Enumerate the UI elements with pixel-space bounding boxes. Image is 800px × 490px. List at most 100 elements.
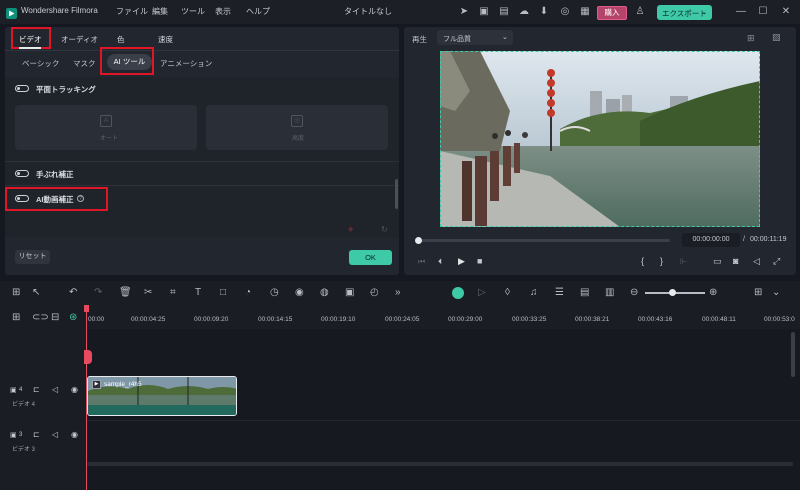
split-icon[interactable]: ✂ <box>144 288 152 298</box>
speaker-icon[interactable]: ◁ <box>52 430 58 439</box>
plane-tracking-toggle[interactable] <box>15 85 29 92</box>
undo-icon[interactable]: ↶ <box>69 288 77 298</box>
playhead-marker[interactable] <box>84 350 92 364</box>
magnet-icon[interactable]: ⊛ <box>69 313 77 323</box>
feedback-icon[interactable]: ▣ <box>478 6 490 18</box>
playhead[interactable] <box>86 305 87 490</box>
stop-icon[interactable]: ■ <box>477 256 482 266</box>
eye-icon[interactable]: ◉ <box>71 430 78 439</box>
crop-icon[interactable]: ⌗ <box>170 288 176 298</box>
stabilization-toggle[interactable] <box>15 170 29 177</box>
speed-icon[interactable]: ◔ <box>245 288 251 298</box>
chevron-down-icon[interactable]: ⌄ <box>772 288 780 298</box>
track-lane-divider <box>86 420 800 421</box>
link-icon[interactable]: ⊂⊃ <box>32 313 49 323</box>
download-icon[interactable]: ⬇ <box>538 6 550 18</box>
volume-icon[interactable]: ◁ <box>753 256 760 267</box>
redo-icon[interactable]: ↷ <box>94 288 102 298</box>
buy-button[interactable]: 購入 <box>597 6 627 20</box>
ai-effect-icon[interactable]: ◍ <box>320 288 329 298</box>
menu-file[interactable]: ファイル <box>116 6 148 17</box>
video-preview[interactable] <box>440 51 760 227</box>
seek-handle[interactable] <box>415 237 422 244</box>
zoom-out-icon[interactable]: ⊖ <box>630 288 638 298</box>
account-icon[interactable]: ♙ <box>634 6 646 18</box>
menu-tools[interactable]: ツール <box>181 6 205 17</box>
folder-icon[interactable]: ⊏ <box>33 430 40 439</box>
ai-assistant-icon[interactable] <box>452 287 464 299</box>
color-icon[interactable]: ◉ <box>295 288 304 298</box>
tab-color[interactable]: 色 <box>117 34 125 45</box>
menu-edit[interactable]: 編集 <box>152 6 168 17</box>
grid-layout-icon[interactable]: ⊞ <box>754 288 762 298</box>
ruler-tick: 00:00:53:0 <box>764 316 795 323</box>
subtab-mask[interactable]: マスク <box>73 58 96 69</box>
shape-icon[interactable]: □ <box>220 288 226 298</box>
cloud-icon[interactable]: ☁ <box>518 6 530 18</box>
grid-view-icon[interactable]: ⊞ <box>747 33 755 44</box>
step-back-icon[interactable]: ⏴ <box>438 257 442 267</box>
minimize-icon[interactable]: — <box>735 6 747 18</box>
quality-select[interactable]: フル品質 ⌄ <box>437 30 513 45</box>
snapshot-view-icon[interactable]: ▨ <box>772 32 781 43</box>
fullscreen-icon[interactable]: ⤢ <box>773 256 780 267</box>
maximize-icon[interactable]: ☐ <box>757 6 769 18</box>
save-icon[interactable]: ▤ <box>498 6 510 18</box>
seek-bar[interactable] <box>418 239 670 242</box>
lock-track-icon[interactable]: ⊟ <box>51 313 59 323</box>
layout-icon[interactable]: ⊞ <box>12 288 20 298</box>
keyframe-add-icon[interactable]: ◆ <box>348 225 353 233</box>
duration-icon[interactable]: ◷ <box>270 288 279 298</box>
play-icon[interactable]: ▶ <box>458 256 465 267</box>
reset-button[interactable]: リセット <box>15 250 50 264</box>
advanced-tracking-label: 高度 <box>292 136 305 142</box>
prev-frame-icon[interactable]: ⏮ <box>418 257 425 267</box>
mark-out-icon[interactable]: } <box>660 256 663 266</box>
tab-divider <box>5 50 399 51</box>
menu-view[interactable]: 表示 <box>215 6 231 17</box>
add-track-icon[interactable]: ⊞ <box>12 313 20 323</box>
video-clip[interactable]: sample_r4h5 ▶ <box>87 376 237 416</box>
folder-icon[interactable]: ⊏ <box>33 385 40 394</box>
ok-button[interactable]: OK <box>349 250 392 265</box>
send-icon[interactable]: ➤ <box>458 6 470 18</box>
timeline-ruler[interactable]: ⊞ ⊂⊃ ⊟ ⊛ 00:00 00:00:04:25 00:00:09:20 0… <box>0 305 800 329</box>
current-time-box[interactable]: 00:00:00:00 <box>682 233 740 247</box>
close-icon[interactable]: ✕ <box>780 6 792 18</box>
replace-clip-icon[interactable]: ▤ <box>580 288 589 298</box>
text-icon[interactable]: T <box>195 288 201 298</box>
playhead-handle[interactable] <box>84 305 89 312</box>
microphone-icon[interactable]: ♫ <box>530 288 538 298</box>
tab-speed[interactable]: 速度 <box>158 34 173 45</box>
delete-icon[interactable]: 🗑 <box>119 288 132 298</box>
headset-icon[interactable]: ◎ <box>559 6 571 18</box>
subtab-animation[interactable]: アニメーション <box>160 58 212 69</box>
display-settings-icon[interactable]: ▭ <box>713 256 722 267</box>
stabilize-icon[interactable]: ▣ <box>345 288 354 298</box>
menu-help[interactable]: ヘルプ <box>246 6 270 17</box>
timer-icon[interactable]: ◴ <box>370 288 379 298</box>
subtab-basic[interactable]: ベーシック <box>22 58 59 69</box>
clip-audio-waveform <box>88 405 236 415</box>
more-tools-icon[interactable]: » <box>395 288 401 298</box>
eye-icon[interactable]: ◉ <box>71 385 78 394</box>
mark-in-icon[interactable]: { <box>641 256 644 266</box>
panel-scrollbar[interactable] <box>395 179 398 209</box>
marker-icon[interactable]: ⊩ <box>680 257 687 266</box>
shield-icon[interactable]: ◊ <box>505 288 510 298</box>
crop-frame[interactable] <box>440 51 760 227</box>
speaker-icon[interactable]: ◁ <box>52 385 58 394</box>
picture-in-picture-icon[interactable]: ▥ <box>605 288 614 298</box>
zoom-slider-handle[interactable] <box>669 289 676 296</box>
render-icon[interactable]: ▷ <box>478 288 486 298</box>
gift-icon[interactable]: ▦ <box>579 6 591 18</box>
voiceover-list-icon[interactable]: ☰ <box>555 288 564 298</box>
horizontal-scrollbar[interactable] <box>87 462 793 466</box>
tab-audio[interactable]: オーディオ <box>61 34 98 45</box>
camera-icon[interactable]: ◙ <box>733 256 738 266</box>
vertical-scrollbar[interactable] <box>791 332 795 377</box>
select-tool-icon[interactable]: ↖ <box>32 288 40 298</box>
keyframe-reset-icon[interactable]: ↻ <box>381 225 388 234</box>
zoom-in-icon[interactable]: ⊕ <box>709 288 717 298</box>
export-button[interactable]: エクスポート ⌄ <box>657 5 712 20</box>
